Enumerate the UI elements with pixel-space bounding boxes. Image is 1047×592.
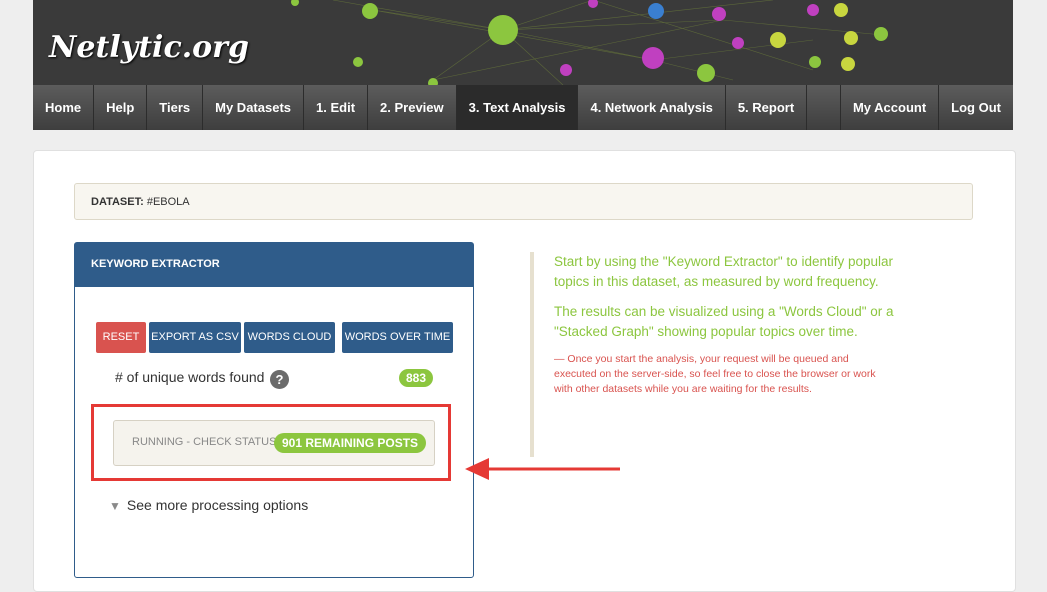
pointer-arrow-icon [465,458,620,480]
status-label: RUNNING - CHECK STATUS [132,436,277,448]
nav-tiers[interactable]: Tiers [147,85,204,130]
nav-log-out[interactable]: Log Out [939,85,1013,130]
reset-button[interactable]: RESET [96,322,146,353]
dataset-label: DATASET: [91,196,144,208]
keyword-extractor-panel: KEYWORD EXTRACTOR RESET EXPORT AS CSV WO… [74,242,474,578]
nav-home[interactable]: Home [33,85,95,130]
nav-my-account[interactable]: My Account [841,85,940,130]
nav-network-analysis[interactable]: 4. Network Analysis [578,85,726,130]
info-note: — Once you start the analysis, your requ… [554,353,876,395]
unique-words-label: # of unique words found [115,369,265,385]
remaining-posts-badge: 901 REMAINING POSTS [274,433,427,453]
main-nav: Home Help Tiers My Datasets 1. Edit 2. P… [33,85,1013,130]
nav-help[interactable]: Help [94,85,148,130]
site-logo[interactable]: Netlytic.org [49,30,249,65]
nav-spacer [807,85,841,130]
dataset-name: #EBOLA [146,196,190,208]
unique-words-count: 883 [399,369,434,387]
header-banner: Netlytic.org [33,0,1013,85]
nav-edit[interactable]: 1. Edit [304,85,369,130]
arrow-down-icon: ▼ [109,499,121,513]
more-options-label: See more processing options [126,497,309,513]
export-csv-button[interactable]: EXPORT AS CSV [149,322,241,353]
info-paragraph-2: The results can be visualized using a "W… [554,304,894,339]
question-icon[interactable]: ? [270,370,289,389]
status-box[interactable]: RUNNING - CHECK STATUS 901 REMAINING POS… [113,420,435,466]
more-options-link[interactable]: ▼ See more processing options [109,497,308,513]
nav-report[interactable]: 5. Report [726,85,808,130]
info-panel: Start by using the "Keyword Extractor" t… [530,252,924,457]
nav-my-datasets[interactable]: My Datasets [203,85,305,130]
info-paragraph-1: Start by using the "Keyword Extractor" t… [554,254,894,289]
nav-text-analysis[interactable]: 3. Text Analysis [456,85,579,130]
dataset-bar: DATASET: #EBOLA [74,183,973,220]
words-over-time-button[interactable]: WORDS OVER TIME [342,322,453,353]
nav-preview[interactable]: 2. Preview [368,85,457,130]
words-cloud-button[interactable]: WORDS CLOUD [244,322,335,353]
keyword-extractor-title: KEYWORD EXTRACTOR [75,243,473,287]
